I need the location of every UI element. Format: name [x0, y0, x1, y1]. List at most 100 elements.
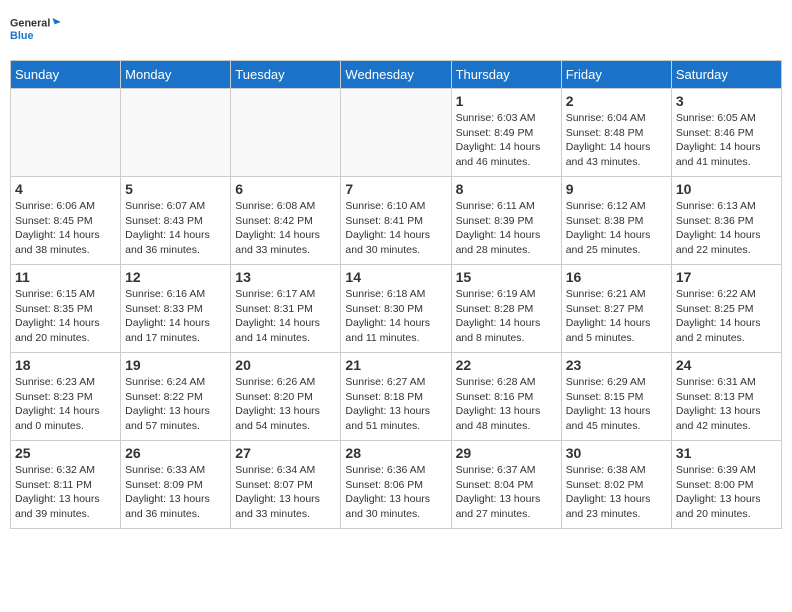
logo: General Blue — [10, 10, 60, 50]
calendar-cell — [121, 89, 231, 177]
day-number: 28 — [345, 445, 446, 461]
calendar-cell: 1Sunrise: 6:03 AMSunset: 8:49 PMDaylight… — [451, 89, 561, 177]
calendar-cell: 26 Sunrise: 6:33 AMSunset: 8:09 PMDayligh… — [121, 441, 231, 529]
day-number: 24 — [676, 357, 777, 373]
day-info: Sunrise: 6:33 AMSunset: 8:09 PMDaylight:… — [125, 463, 226, 522]
calendar-cell: 14 Sunrise: 6:18 AMSunset: 8:30 PMDayligh… — [341, 265, 451, 353]
calendar-cell: 25 Sunrise: 6:32 AMSunset: 8:11 PMDayligh… — [11, 441, 121, 529]
day-number: 29 — [456, 445, 557, 461]
day-info: Sunrise: 6:16 AMSunset: 8:33 PMDaylight:… — [125, 287, 226, 346]
dow-header: Saturday — [671, 61, 781, 89]
day-info: Sunrise: 6:31 AMSunset: 8:13 PMDaylight:… — [676, 375, 777, 434]
day-number: 23 — [566, 357, 667, 373]
calendar-cell: 18Sunrise: 6:23 AMSunset: 8:23 PMDayligh… — [11, 353, 121, 441]
calendar-cell: 10 Sunrise: 6:13 AMSunset: 8:36 PMDayligh… — [671, 177, 781, 265]
day-number: 26 — [125, 445, 226, 461]
day-number: 9 — [566, 181, 667, 197]
day-number: 11 — [15, 269, 116, 285]
calendar-week-row: 25 Sunrise: 6:32 AMSunset: 8:11 PMDayligh… — [11, 441, 782, 529]
day-info: Sunrise: 6:32 AMSunset: 8:11 PMDaylight:… — [15, 463, 116, 522]
calendar-cell: 9 Sunrise: 6:12 AMSunset: 8:38 PMDaylight… — [561, 177, 671, 265]
day-number: 13 — [235, 269, 336, 285]
day-number: 10 — [676, 181, 777, 197]
svg-text:Blue: Blue — [10, 30, 33, 42]
calendar-cell: 12Sunrise: 6:16 AMSunset: 8:33 PMDayligh… — [121, 265, 231, 353]
day-info: Sunrise: 6:37 AMSunset: 8:04 PMDaylight:… — [456, 463, 557, 522]
calendar-cell — [341, 89, 451, 177]
calendar-cell: 7Sunrise: 6:10 AMSunset: 8:41 PMDaylight… — [341, 177, 451, 265]
day-info: Sunrise: 6:36 AMSunset: 8:06 PMDaylight:… — [345, 463, 446, 522]
calendar-cell: 23 Sunrise: 6:29 AMSunset: 8:15 PMDayligh… — [561, 353, 671, 441]
day-info: Sunrise: 6:24 AMSunset: 8:22 PMDaylight:… — [125, 375, 226, 434]
day-info: Sunrise: 6:18 AMSunset: 8:30 PMDaylight:… — [345, 287, 446, 346]
day-info: Sunrise: 6:29 AMSunset: 8:15 PMDaylight:… — [566, 375, 667, 434]
calendar-cell: 5Sunrise: 6:07 AMSunset: 8:43 PMDaylight… — [121, 177, 231, 265]
calendar-cell: 16 Sunrise: 6:21 AMSunset: 8:27 PMDayligh… — [561, 265, 671, 353]
days-of-week-row: SundayMondayTuesdayWednesdayThursdayFrid… — [11, 61, 782, 89]
day-info: Sunrise: 6:06 AMSunset: 8:45 PMDaylight:… — [15, 199, 116, 258]
day-number: 14 — [345, 269, 446, 285]
day-info: Sunrise: 6:03 AMSunset: 8:49 PMDaylight:… — [456, 111, 557, 170]
calendar-cell: 4 Sunrise: 6:06 AMSunset: 8:45 PMDaylight… — [11, 177, 121, 265]
day-number: 19 — [125, 357, 226, 373]
logo-svg: General Blue — [10, 10, 60, 50]
day-number: 21 — [345, 357, 446, 373]
calendar-cell: 27Sunrise: 6:34 AMSunset: 8:07 PMDayligh… — [231, 441, 341, 529]
calendar-cell: 24 Sunrise: 6:31 AMSunset: 8:13 PMDayligh… — [671, 353, 781, 441]
day-info: Sunrise: 6:27 AMSunset: 8:18 PMDaylight:… — [345, 375, 446, 434]
day-info: Sunrise: 6:13 AMSunset: 8:36 PMDaylight:… — [676, 199, 777, 258]
day-info: Sunrise: 6:10 AMSunset: 8:41 PMDaylight:… — [345, 199, 446, 258]
calendar-body: 1Sunrise: 6:03 AMSunset: 8:49 PMDaylight… — [11, 89, 782, 529]
day-number: 27 — [235, 445, 336, 461]
page-header: General Blue — [10, 10, 782, 50]
day-number: 2 — [566, 93, 667, 109]
calendar-cell: 17Sunrise: 6:22 AMSunset: 8:25 PMDayligh… — [671, 265, 781, 353]
day-info: Sunrise: 6:28 AMSunset: 8:16 PMDaylight:… — [456, 375, 557, 434]
day-info: Sunrise: 6:05 AMSunset: 8:46 PMDaylight:… — [676, 111, 777, 170]
dow-header: Tuesday — [231, 61, 341, 89]
calendar-table: SundayMondayTuesdayWednesdayThursdayFrid… — [10, 60, 782, 529]
day-number: 5 — [125, 181, 226, 197]
day-info: Sunrise: 6:08 AMSunset: 8:42 PMDaylight:… — [235, 199, 336, 258]
day-number: 4 — [15, 181, 116, 197]
dow-header: Thursday — [451, 61, 561, 89]
day-number: 31 — [676, 445, 777, 461]
day-number: 15 — [456, 269, 557, 285]
calendar-cell: 15Sunrise: 6:19 AMSunset: 8:28 PMDayligh… — [451, 265, 561, 353]
calendar-week-row: 11 Sunrise: 6:15 AMSunset: 8:35 PMDayligh… — [11, 265, 782, 353]
calendar-cell: 6 Sunrise: 6:08 AMSunset: 8:42 PMDaylight… — [231, 177, 341, 265]
day-number: 8 — [456, 181, 557, 197]
day-number: 22 — [456, 357, 557, 373]
day-number: 6 — [235, 181, 336, 197]
dow-header: Sunday — [11, 61, 121, 89]
day-number: 20 — [235, 357, 336, 373]
day-info: Sunrise: 6:04 AMSunset: 8:48 PMDaylight:… — [566, 111, 667, 170]
calendar-cell: 22 Sunrise: 6:28 AMSunset: 8:16 PMDayligh… — [451, 353, 561, 441]
day-number: 3 — [676, 93, 777, 109]
svg-text:General: General — [10, 18, 50, 30]
day-info: Sunrise: 6:15 AMSunset: 8:35 PMDaylight:… — [15, 287, 116, 346]
calendar-week-row: 18Sunrise: 6:23 AMSunset: 8:23 PMDayligh… — [11, 353, 782, 441]
calendar-cell: 13 Sunrise: 6:17 AMSunset: 8:31 PMDayligh… — [231, 265, 341, 353]
calendar-cell — [11, 89, 121, 177]
calendar-week-row: 4 Sunrise: 6:06 AMSunset: 8:45 PMDaylight… — [11, 177, 782, 265]
dow-header: Friday — [561, 61, 671, 89]
day-info: Sunrise: 6:38 AMSunset: 8:02 PMDaylight:… — [566, 463, 667, 522]
day-info: Sunrise: 6:12 AMSunset: 8:38 PMDaylight:… — [566, 199, 667, 258]
calendar-cell: 20Sunrise: 6:26 AMSunset: 8:20 PMDayligh… — [231, 353, 341, 441]
calendar-week-row: 1Sunrise: 6:03 AMSunset: 8:49 PMDaylight… — [11, 89, 782, 177]
calendar-cell: 30 Sunrise: 6:38 AMSunset: 8:02 PMDayligh… — [561, 441, 671, 529]
day-info: Sunrise: 6:23 AMSunset: 8:23 PMDaylight:… — [15, 375, 116, 434]
day-number: 25 — [15, 445, 116, 461]
calendar-cell: 2 Sunrise: 6:04 AMSunset: 8:48 PMDaylight… — [561, 89, 671, 177]
dow-header: Wednesday — [341, 61, 451, 89]
day-info: Sunrise: 6:17 AMSunset: 8:31 PMDaylight:… — [235, 287, 336, 346]
day-info: Sunrise: 6:39 AMSunset: 8:00 PMDaylight:… — [676, 463, 777, 522]
day-number: 30 — [566, 445, 667, 461]
calendar-cell — [231, 89, 341, 177]
day-number: 16 — [566, 269, 667, 285]
dow-header: Monday — [121, 61, 231, 89]
day-info: Sunrise: 6:11 AMSunset: 8:39 PMDaylight:… — [456, 199, 557, 258]
calendar-cell: 21 Sunrise: 6:27 AMSunset: 8:18 PMDayligh… — [341, 353, 451, 441]
day-info: Sunrise: 6:21 AMSunset: 8:27 PMDaylight:… — [566, 287, 667, 346]
